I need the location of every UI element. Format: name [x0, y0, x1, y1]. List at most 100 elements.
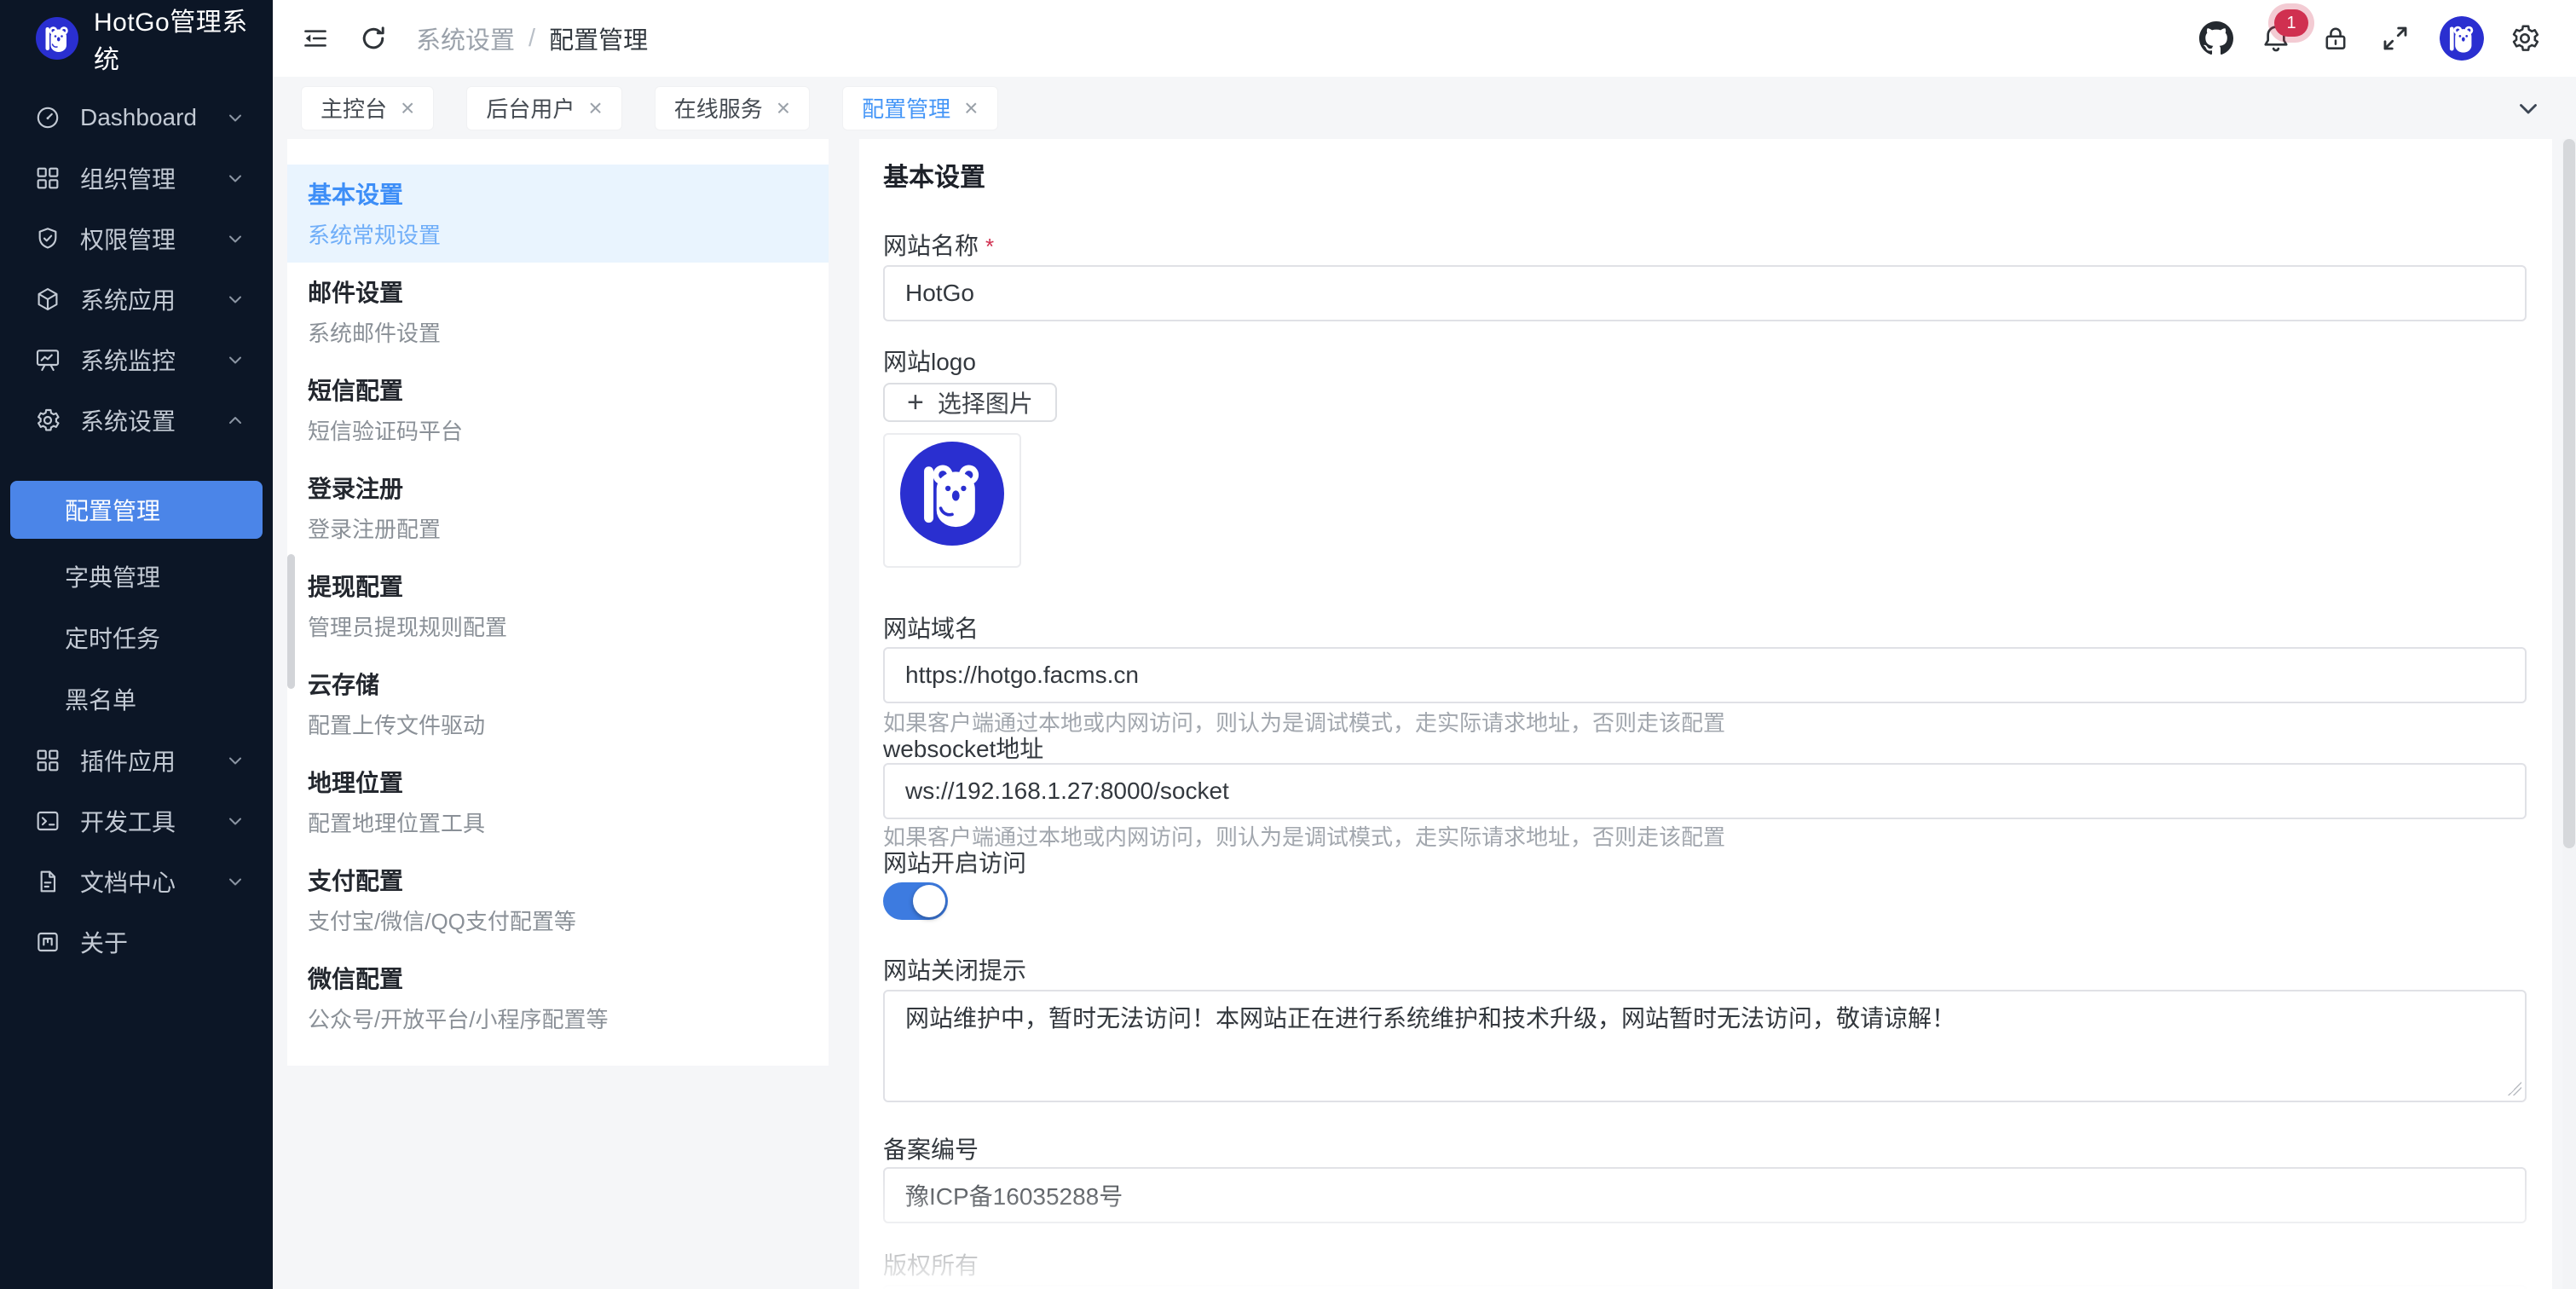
menu-item-subtitle: 公众号/开放平台/小程序配置等: [308, 1007, 808, 1032]
breadcrumb-separator: /: [528, 25, 535, 53]
sidebar-item-label: 开发工具: [80, 804, 176, 838]
sidebar-item-docs[interactable]: 文档中心: [0, 851, 273, 911]
menu-item-title: 提现配置: [308, 572, 808, 603]
choose-image-button[interactable]: + 选择图片: [883, 383, 1057, 422]
sidebar-item-about[interactable]: 关于: [0, 911, 273, 972]
sidebar-item-label: 组织管理: [80, 161, 176, 195]
websocket-input[interactable]: [883, 763, 2527, 819]
breadcrumb-parent[interactable]: 系统设置: [416, 20, 515, 56]
sidebar-item-system-monitor[interactable]: 系统监控: [0, 329, 273, 390]
settings-menu-item-sms[interactable]: 短信配置 短信验证码平台: [287, 361, 829, 459]
page-scrollbar-thumb[interactable]: [2563, 139, 2575, 848]
menu-item-title: 微信配置: [308, 964, 808, 995]
settings-gear-icon[interactable]: [2506, 20, 2544, 57]
settings-menu-item-email[interactable]: 邮件设置 系统邮件设置: [287, 263, 829, 361]
menu-item-title: 支付配置: [308, 866, 808, 897]
icp-input[interactable]: [883, 1167, 2527, 1223]
menu-fold-icon[interactable]: [297, 20, 334, 57]
notification-bell-icon[interactable]: 1: [2257, 20, 2295, 57]
sidebar-item-plugins[interactable]: 插件应用: [0, 730, 273, 790]
tab-label: 配置管理: [862, 92, 950, 124]
sidebar-item-label: 权限管理: [80, 222, 176, 256]
close-tip-label: 网站关闭提示: [883, 957, 2527, 985]
header-actions: 1: [2175, 16, 2576, 61]
gear-icon: [34, 407, 61, 434]
tab-admin-users[interactable]: 后台用户 ×: [466, 86, 621, 130]
chevron-down-icon: [225, 168, 245, 188]
chevron-down-icon: [225, 350, 245, 370]
github-icon[interactable]: [2198, 20, 2235, 57]
chevron-down-icon: [225, 811, 245, 831]
notification-badge: 1: [2274, 9, 2308, 37]
org-grid-icon: [34, 165, 61, 192]
sidebar-item-system-settings[interactable]: 系统设置: [0, 390, 273, 450]
menu-item-subtitle: 支付宝/微信/QQ支付配置等: [308, 909, 808, 934]
brand-logo-icon: [36, 17, 78, 60]
sidebar-subitem-dictionary[interactable]: 字典管理: [0, 546, 273, 607]
menu-item-title: 云存储: [308, 670, 808, 701]
websocket-hint: 如果客户端通过本地或内网访问，则认为是调试模式，走实际请求地址，否则走该配置: [883, 824, 2527, 850]
site-access-toggle[interactable]: [883, 882, 948, 920]
plus-icon: +: [907, 388, 924, 417]
page-scrollbar-track[interactable]: [2562, 139, 2576, 1289]
section-title: 基本设置: [883, 163, 2527, 194]
top-header: 系统设置 / 配置管理 1: [273, 0, 2576, 78]
lock-screen-icon[interactable]: [2317, 20, 2354, 57]
site-logo-preview[interactable]: [883, 433, 1021, 568]
settings-menu-item-wechat[interactable]: 微信配置 公众号/开放平台/小程序配置等: [287, 949, 829, 1047]
sidebar-item-permissions[interactable]: 权限管理: [0, 208, 273, 269]
sidebar-subitem-cron[interactable]: 定时任务: [0, 607, 273, 668]
breadcrumb-current[interactable]: 配置管理: [549, 20, 648, 56]
chevron-down-icon: [225, 228, 245, 249]
tab-label: 主控台: [321, 92, 387, 124]
settings-menu-item-basic[interactable]: 基本设置 系统常规设置: [287, 165, 829, 263]
menu-item-subtitle: 配置地理位置工具: [308, 811, 808, 836]
sidebar-item-dashboard[interactable]: Dashboard: [0, 87, 273, 147]
sidebar-item-label: 系统应用: [80, 282, 176, 316]
site-name-input[interactable]: [883, 265, 2527, 321]
toggle-knob: [913, 885, 945, 917]
plugin-grid-icon: [34, 747, 61, 774]
site-access-label: 网站开启访问: [883, 850, 2527, 877]
refresh-icon[interactable]: [355, 20, 392, 57]
terminal-icon: [34, 807, 61, 835]
menu-item-subtitle: 系统常规设置: [308, 223, 808, 248]
tab-online-service[interactable]: 在线服务 ×: [655, 86, 810, 130]
sidebar-subitem-config-active[interactable]: 配置管理: [10, 481, 263, 539]
sidebar-item-label: 文档中心: [80, 864, 176, 899]
sidebar-item-dev-tools[interactable]: 开发工具: [0, 790, 273, 851]
tabs-chevron-down-icon[interactable]: [2511, 91, 2545, 125]
menu-scrollbar-thumb[interactable]: [287, 554, 295, 689]
settings-menu-item-payment[interactable]: 支付配置 支付宝/微信/QQ支付配置等: [287, 851, 829, 949]
breadcrumb: 系统设置 / 配置管理: [416, 20, 648, 56]
settings-menu-item-login[interactable]: 登录注册 登录注册配置: [287, 459, 829, 557]
close-icon[interactable]: ×: [401, 96, 414, 120]
tab-label: 后台用户: [486, 92, 575, 124]
fullscreen-icon[interactable]: [2377, 20, 2414, 57]
basic-settings-form: 基本设置 网站名称 * 网站logo + 选择图片: [859, 139, 2552, 1289]
site-domain-hint: 如果客户端通过本地或内网访问，则认为是调试模式，走实际请求地址，否则走该配置: [883, 710, 2527, 736]
close-icon[interactable]: ×: [588, 96, 602, 120]
close-icon[interactable]: ×: [777, 96, 790, 120]
site-domain-input[interactable]: [883, 647, 2527, 703]
close-icon[interactable]: ×: [964, 96, 978, 120]
copyright-input[interactable]: [883, 1285, 2527, 1289]
site-name-label: 网站名称 *: [883, 233, 2527, 260]
sidebar-subitem-blacklist[interactable]: 黑名单: [0, 668, 273, 730]
settings-menu-item-withdraw[interactable]: 提现配置 管理员提现规则配置: [287, 557, 829, 655]
sidebar-item-label: 插件应用: [80, 743, 176, 777]
tab-config-management[interactable]: 配置管理 ×: [842, 86, 997, 130]
brand: HotGo管理系统: [0, 0, 273, 77]
monitor-chart-icon: [34, 346, 61, 373]
sidebar-item-organization[interactable]: 组织管理: [0, 147, 273, 208]
about-icon: [34, 928, 61, 956]
choose-image-label: 选择图片: [938, 385, 1033, 419]
settings-menu-item-cloud-storage[interactable]: 云存储 配置上传文件驱动: [287, 655, 829, 753]
avatar[interactable]: [2440, 16, 2484, 61]
tab-dashboard[interactable]: 主控台 ×: [301, 86, 434, 130]
close-tip-textarea[interactable]: 网站维护中，暂时无法访问！本网站正在进行系统维护和技术升级，网站暂时无法访问，敬…: [883, 990, 2527, 1102]
menu-item-title: 基本设置: [308, 180, 808, 211]
settings-menu-item-geo[interactable]: 地理位置 配置地理位置工具: [287, 753, 829, 851]
sidebar-item-system-apps[interactable]: 系统应用: [0, 269, 273, 329]
menu-item-title: 登录注册: [308, 474, 808, 505]
